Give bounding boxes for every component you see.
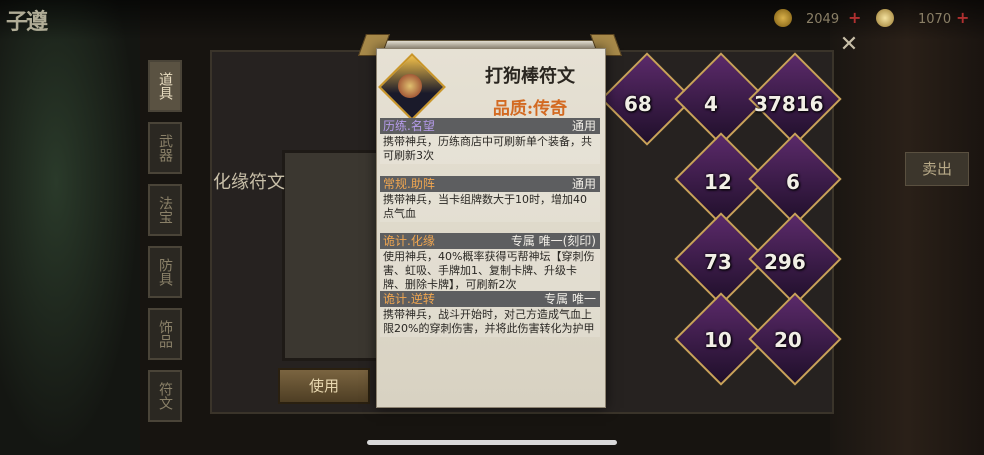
sell-button[interactable]: 卖出 bbox=[905, 152, 969, 186]
rune-entry: 历练.名望 通用 携带神兵，历练商店中可刷新单个装备，共可刷新3次 bbox=[380, 118, 600, 164]
entry-description: 携带神兵，当卡组牌数大于10时，增加40点气血 bbox=[380, 192, 600, 222]
use-button[interactable]: 使用 bbox=[278, 368, 370, 404]
tab-runes[interactable]: 符文 bbox=[148, 370, 182, 422]
tab-weapons[interactable]: 武器 bbox=[148, 122, 182, 174]
left-background bbox=[0, 0, 140, 455]
panel-title: 化缘符文 bbox=[213, 172, 285, 193]
entry-tag: 专属 唯一(刻印) bbox=[510, 234, 596, 248]
item-count: 20 bbox=[774, 328, 802, 352]
tab-treasures[interactable]: 法宝 bbox=[148, 184, 182, 236]
entry-name: 历练.名望 bbox=[383, 119, 435, 133]
home-indicator[interactable] bbox=[367, 440, 617, 445]
rune-entry: 诡计.化缘 专属 唯一(刻印) 使用神兵，40%概率获得丐帮神坛【穿刺伤害、虹吸… bbox=[380, 233, 600, 293]
tab-accessories[interactable]: 饰品 bbox=[148, 308, 182, 360]
entry-header: 常规.助阵 通用 bbox=[380, 176, 600, 192]
rune-entry: 常规.助阵 通用 携带神兵，当卡组牌数大于10时，增加40点气血 bbox=[380, 176, 600, 222]
rune-entry: 诡计.逆转 专属 唯一 携带神兵，战斗开始时，对己方造成气血上限20%的穿刺伤害… bbox=[380, 291, 600, 337]
tab-items[interactable]: 道具 bbox=[148, 60, 182, 112]
entry-description: 使用神兵，40%概率获得丐帮神坛【穿刺伤害、虹吸、手牌加1、复制卡牌、升级卡牌、… bbox=[380, 249, 600, 293]
coin-icon bbox=[774, 9, 792, 27]
entry-description: 携带神兵，战斗开始时，对己方造成气血上限20%的穿刺伤害，并将此伤害转化为护甲 bbox=[380, 307, 600, 337]
rune-emblem-core bbox=[398, 74, 422, 98]
rune-quality: 品质:传奇 bbox=[492, 99, 568, 119]
ingot-icon bbox=[876, 9, 894, 27]
add-currency1-icon[interactable]: + bbox=[848, 10, 864, 26]
tab-armor[interactable]: 防具 bbox=[148, 246, 182, 298]
entry-tag: 通用 bbox=[571, 119, 596, 133]
item-count: 12 bbox=[704, 170, 732, 194]
item-grid: 68 4 37816 12 6 73 296 10 20 bbox=[600, 52, 842, 406]
item-count: 68 bbox=[624, 92, 652, 116]
category-tabs: 道具 武器 法宝 防具 饰品 符文 bbox=[148, 60, 182, 432]
rune-title: 打狗棒符文 bbox=[485, 66, 575, 87]
entry-header: 历练.名望 通用 bbox=[380, 118, 600, 134]
currency2-value: 1070 bbox=[918, 12, 952, 27]
item-count: 10 bbox=[704, 328, 732, 352]
item-count: 37816 bbox=[754, 92, 824, 116]
item-count: 296 bbox=[764, 250, 806, 274]
item-count: 73 bbox=[704, 250, 732, 274]
game-logo: 子遵 bbox=[6, 9, 48, 35]
close-icon[interactable]: ✕ bbox=[836, 32, 862, 58]
entry-tag: 专属 唯一 bbox=[544, 292, 596, 306]
entry-name: 诡计.化缘 bbox=[383, 234, 435, 248]
entry-description: 携带神兵，历练商店中可刷新单个装备，共可刷新3次 bbox=[380, 134, 600, 164]
add-currency2-icon[interactable]: + bbox=[956, 10, 972, 26]
entry-name: 常规.助阵 bbox=[383, 177, 435, 191]
right-background bbox=[830, 0, 984, 455]
item-count: 6 bbox=[786, 170, 800, 194]
item-count: 4 bbox=[704, 92, 718, 116]
entry-name: 诡计.逆转 bbox=[383, 292, 435, 306]
entry-tag: 通用 bbox=[571, 177, 596, 191]
entry-header: 诡计.化缘 专属 唯一(刻印) bbox=[380, 233, 600, 249]
currency1-value: 2049 bbox=[806, 12, 840, 27]
entry-header: 诡计.逆转 专属 唯一 bbox=[380, 291, 600, 307]
